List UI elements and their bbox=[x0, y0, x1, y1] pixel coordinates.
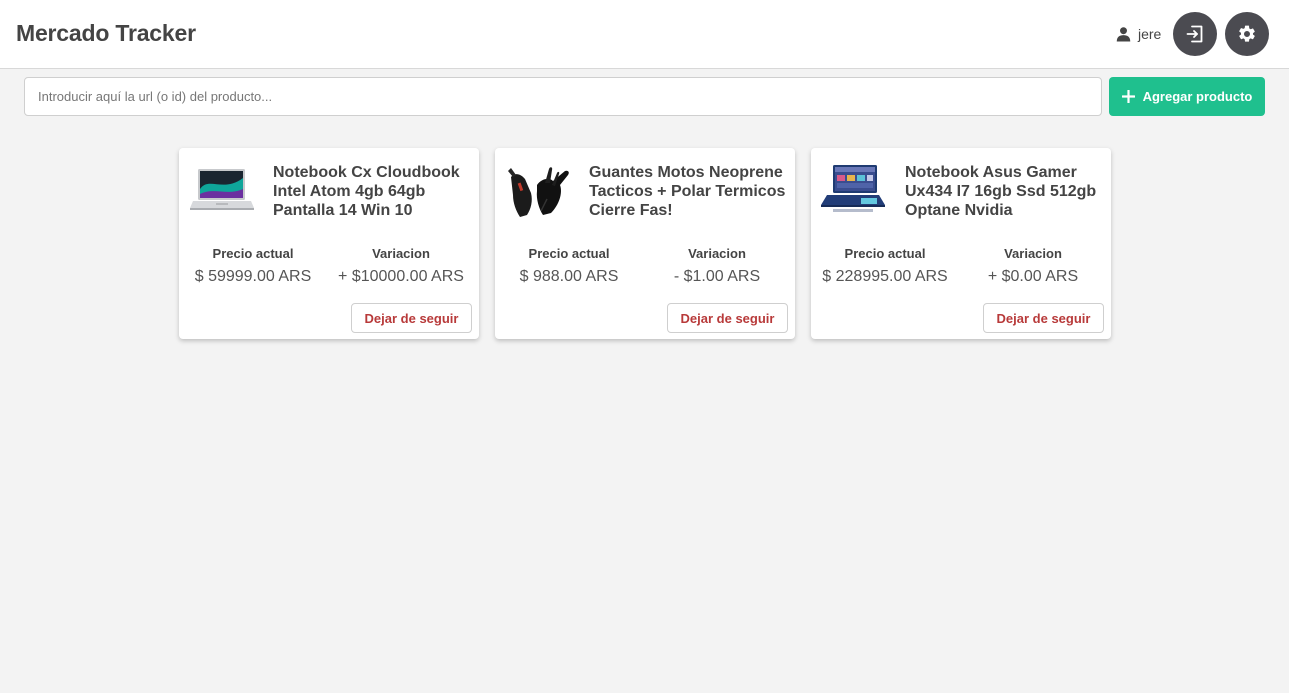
laptop-blue-image bbox=[821, 165, 885, 212]
current-price-label: Precio actual bbox=[212, 246, 294, 261]
product-card: Notebook Asus Gamer Ux434 I7 16gb Ssd 51… bbox=[811, 148, 1111, 339]
black-gloves-image bbox=[508, 167, 569, 217]
price-variation: Variacion + $10000.00 ARS bbox=[331, 246, 471, 286]
current-price: Precio actual $ 59999.00 ARS bbox=[183, 246, 323, 286]
current-price-value: $ 59999.00 ARS bbox=[194, 268, 312, 285]
current-price-label: Precio actual bbox=[528, 246, 610, 261]
variation-value: + $10000.00 ARS bbox=[338, 268, 464, 285]
current-price-value: $ 988.00 ARS bbox=[519, 268, 619, 285]
variation-label: Variacion bbox=[1004, 246, 1062, 261]
price-variation: Variacion + $0.00 ARS bbox=[963, 246, 1103, 286]
product-card: Guantes Motos Neoprene Tacticos + Polar … bbox=[495, 148, 795, 339]
current-price: Precio actual $ 228995.00 ARS bbox=[815, 246, 955, 286]
logout-button[interactable] bbox=[1173, 12, 1217, 56]
unfollow-button[interactable]: Dejar de seguir bbox=[667, 303, 788, 333]
plus-icon bbox=[1121, 90, 1135, 103]
unfollow-button[interactable]: Dejar de seguir bbox=[351, 303, 472, 333]
variation-value: + $0.00 ARS bbox=[987, 268, 1079, 285]
product-title: Guantes Motos Neoprene Tacticos + Polar … bbox=[589, 164, 786, 219]
user-icon bbox=[1116, 27, 1131, 42]
variation-label: Variacion bbox=[372, 246, 430, 261]
top-bar: Mercado Tracker jere bbox=[0, 0, 1289, 69]
variation-label: Variacion bbox=[688, 246, 746, 261]
user-info: jere bbox=[1116, 25, 1161, 43]
logout-icon bbox=[1186, 25, 1203, 43]
price-variation: Variacion - $1.00 ARS bbox=[647, 246, 787, 286]
username: jere bbox=[1138, 26, 1162, 42]
product-url-input[interactable] bbox=[24, 77, 1102, 116]
settings-button[interactable] bbox=[1225, 12, 1269, 56]
current-price-label: Precio actual bbox=[844, 246, 926, 261]
unfollow-button[interactable]: Dejar de seguir bbox=[983, 303, 1104, 333]
add-product-button[interactable]: Agregar producto bbox=[1109, 77, 1265, 116]
app-title: Mercado Tracker bbox=[16, 20, 196, 46]
add-product-label: Agregar producto bbox=[1142, 89, 1253, 104]
gear-icon bbox=[1239, 25, 1255, 42]
current-price: Precio actual $ 988.00 ARS bbox=[499, 246, 639, 286]
current-price-value: $ 228995.00 ARS bbox=[822, 268, 948, 285]
variation-value: - $1.00 ARS bbox=[673, 268, 761, 285]
product-title: Notebook Cx Cloudbook Intel Atom 4gb 64g… bbox=[273, 164, 460, 219]
laptop-silver-image bbox=[190, 169, 254, 210]
product-card: Notebook Cx Cloudbook Intel Atom 4gb 64g… bbox=[179, 148, 479, 339]
product-title: Notebook Asus Gamer Ux434 I7 16gb Ssd 51… bbox=[905, 164, 1097, 219]
